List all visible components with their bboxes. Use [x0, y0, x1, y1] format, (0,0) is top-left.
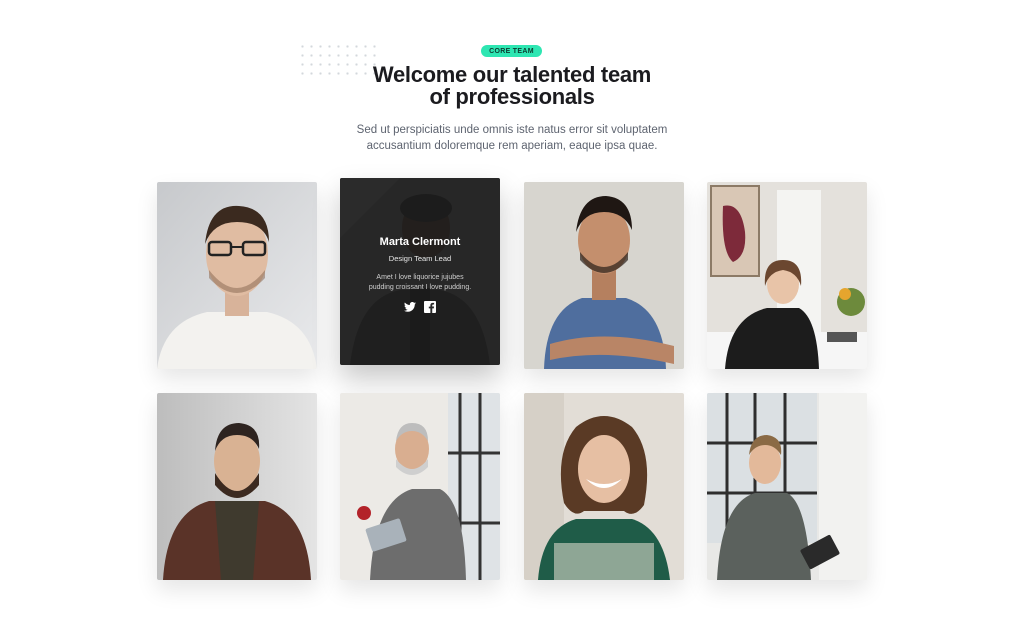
social-links — [404, 301, 436, 313]
member-info-overlay: Marta Clermont Design Team Lead Amet I l… — [340, 178, 500, 365]
twitter-icon[interactable] — [404, 301, 416, 313]
subtitle-line-1: Sed ut perspiciatis unde omnis iste natu… — [356, 124, 668, 136]
team-card[interactable] — [524, 182, 684, 369]
team-card[interactable] — [340, 393, 500, 580]
team-card[interactable] — [707, 393, 867, 580]
section-title: Welcome our talented team of professiona… — [312, 64, 712, 108]
facebook-icon[interactable] — [424, 301, 436, 313]
member-role: Design Team Lead — [388, 254, 452, 263]
section-badge: CORE TEAM — [481, 45, 542, 57]
subtitle-line-2: accusantium doloremque rem aperiam, eaqu… — [366, 140, 658, 152]
team-card[interactable] — [157, 182, 317, 369]
title-line-2: of professionals — [429, 84, 595, 109]
team-member-photo — [340, 393, 500, 580]
team-card[interactable] — [707, 182, 867, 369]
team-card-featured[interactable]: Marta Clermont Design Team Lead Amet I l… — [340, 178, 500, 365]
team-member-photo — [524, 182, 684, 369]
team-card[interactable] — [157, 393, 317, 580]
section-subtitle: Sed ut perspiciatis unde omnis iste natu… — [332, 122, 692, 154]
team-member-photo — [707, 393, 867, 580]
team-member-photo — [157, 393, 317, 580]
member-bio: Amet I love liquorice jujubes pudding cr… — [360, 273, 480, 293]
team-card[interactable] — [524, 393, 684, 580]
member-bio-line-1: Amet I love liquorice jujubes — [376, 274, 464, 281]
team-member-photo — [707, 182, 867, 369]
team-member-photo — [157, 182, 317, 369]
member-bio-line-2: pudding croissant I love pudding. — [368, 284, 472, 291]
team-member-photo — [524, 393, 684, 580]
member-name: Marta Clermont — [379, 236, 461, 248]
